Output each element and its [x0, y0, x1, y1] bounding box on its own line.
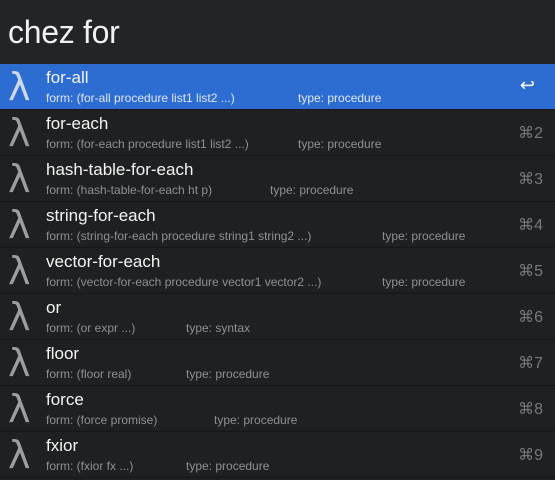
result-type: type: procedure	[186, 367, 270, 381]
results-list: λ for-all form: (for-all procedure list1…	[0, 64, 555, 478]
result-title: fxior	[46, 436, 79, 455]
lambda-icon: λ	[8, 203, 31, 247]
shortcut-hint: ⌘2	[518, 125, 543, 142]
lambda-icon: λ	[8, 157, 31, 201]
result-row[interactable]: λ for-all form: (for-all procedure list1…	[0, 64, 555, 110]
lambda-icon: λ	[8, 433, 31, 477]
search-query[interactable]: chez for	[8, 14, 120, 51]
result-type: type: procedure	[270, 183, 354, 197]
launcher-window: chez for λ for-all form: (for-all proced…	[0, 0, 555, 480]
result-row[interactable]: λ vector-for-each form: (vector-for-each…	[0, 248, 555, 294]
result-type: type: procedure	[186, 459, 270, 473]
result-title: or	[46, 298, 62, 317]
result-row[interactable]: λ floor form: (floor real) type: procedu…	[0, 340, 555, 386]
result-row[interactable]: λ string-for-each form: (string-for-each…	[0, 202, 555, 248]
shortcut-hint: ⌘9	[518, 447, 543, 464]
result-form: form: (fxior fx ...)	[46, 459, 134, 473]
result-type: type: procedure	[382, 229, 466, 243]
lambda-icon: λ	[8, 65, 31, 109]
result-title: force	[46, 390, 84, 409]
lambda-icon: λ	[8, 387, 31, 431]
result-title: for-each	[46, 114, 109, 133]
result-title: vector-for-each	[46, 252, 161, 271]
result-type: type: procedure	[382, 275, 466, 289]
shortcut-hint: ⌘6	[518, 309, 543, 326]
result-type: type: procedure	[298, 91, 382, 105]
search-bar[interactable]: chez for	[0, 0, 555, 64]
result-title: hash-table-for-each	[46, 160, 194, 179]
shortcut-hint: ⌘4	[518, 217, 543, 234]
shortcut-hint: ⌘8	[518, 401, 543, 418]
lambda-icon: λ	[8, 295, 31, 339]
result-form: form: (force promise)	[46, 413, 158, 427]
result-row[interactable]: λ or form: (or expr ...) type: syntax ⌘6	[0, 294, 555, 340]
lambda-icon: λ	[8, 111, 31, 155]
shortcut-hint: ⌘5	[518, 263, 543, 280]
result-form: form: (hash-table-for-each ht p)	[46, 183, 213, 197]
shortcut-hint: ⌘7	[518, 355, 543, 372]
shortcut-hint: ⌘3	[518, 171, 543, 188]
result-title: string-for-each	[46, 206, 156, 225]
result-title: for-all	[46, 68, 89, 87]
result-row[interactable]: λ fxior form: (fxior fx ...) type: proce…	[0, 432, 555, 478]
result-form: form: (for-each procedure list1 list2 ..…	[46, 137, 249, 151]
result-form: form: (floor real)	[46, 367, 132, 381]
result-title: floor	[46, 344, 80, 363]
result-form: form: (vector-for-each procedure vector1…	[46, 275, 322, 289]
result-form: form: (or expr ...)	[46, 321, 136, 335]
result-type: type: procedure	[214, 413, 298, 427]
lambda-icon: λ	[8, 341, 31, 385]
result-row[interactable]: λ force form: (force promise) type: proc…	[0, 386, 555, 432]
result-row[interactable]: λ for-each form: (for-each procedure lis…	[0, 110, 555, 156]
return-icon: ↩	[519, 75, 535, 95]
result-form: form: (for-all procedure list1 list2 ...…	[46, 91, 235, 105]
result-row[interactable]: λ hash-table-for-each form: (hash-table-…	[0, 156, 555, 202]
result-type: type: syntax	[186, 321, 251, 335]
result-type: type: procedure	[298, 137, 382, 151]
lambda-icon: λ	[8, 249, 31, 293]
result-form: form: (string-for-each procedure string1…	[46, 229, 312, 243]
